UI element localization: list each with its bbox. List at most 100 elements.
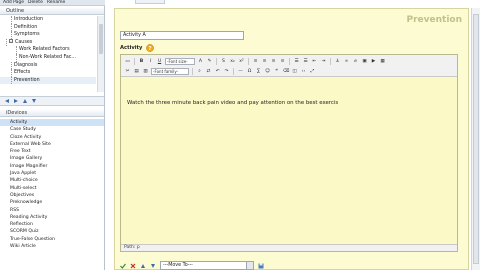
- idevice-item[interactable]: Objectives: [0, 192, 104, 199]
- outline-item[interactable]: Effects: [0, 69, 96, 77]
- superscript-icon[interactable]: x²: [238, 58, 245, 65]
- align-right-icon[interactable]: ≡: [270, 58, 277, 65]
- align-justify-icon[interactable]: ≡: [279, 58, 286, 65]
- outline-item[interactable]: - Causes: [0, 38, 96, 47]
- fullscreen-icon[interactable]: ⤢: [309, 68, 316, 75]
- idevice-item[interactable]: Java Applet: [0, 170, 104, 177]
- outline-item[interactable]: Diagnosis: [0, 61, 96, 70]
- emoticon-icon[interactable]: ☺: [264, 68, 271, 75]
- outline-tree[interactable]: Introduction Definition Symptoms - Causes Wor…: [0, 16, 96, 90]
- done-check-icon[interactable]: [120, 263, 126, 269]
- bold-button[interactable]: B: [138, 58, 145, 65]
- demote-icon[interactable]: [13, 98, 19, 104]
- idevice-item[interactable]: SCORM Quiz: [0, 228, 104, 235]
- idevice-item[interactable]: Preknowledge: [0, 199, 104, 206]
- font-size-select[interactable]: -Font size-: [165, 58, 195, 65]
- special-char-icon[interactable]: Ω: [246, 68, 253, 75]
- tab-authoring[interactable]: [135, 0, 165, 4]
- idevice-item[interactable]: Cloze Activity: [0, 134, 104, 141]
- remove-format-icon[interactable]: ⌫: [282, 68, 290, 75]
- undo-icon[interactable]: ↶: [214, 68, 221, 75]
- idevice-item[interactable]: Image Magnifier: [0, 163, 104, 170]
- collapse-icon[interactable]: -: [9, 39, 13, 44]
- idevice-item[interactable]: Multi-choice: [0, 177, 104, 184]
- outline-scroll-thumb[interactable]: [99, 24, 103, 54]
- content-scroll-thumb[interactable]: [473, 14, 479, 264]
- horizontal-rule-icon[interactable]: —: [237, 68, 244, 75]
- idevice-item[interactable]: Free Text: [0, 148, 104, 155]
- outline-item[interactable]: Definition: [0, 23, 96, 32]
- strikethrough-button[interactable]: S: [220, 58, 227, 65]
- font-family-select[interactable]: -Font family-: [151, 68, 189, 75]
- outline-item[interactable]: Work Related Factors: [0, 46, 96, 54]
- idevice-item[interactable]: Reading Activity: [0, 214, 104, 221]
- move-up-icon[interactable]: [22, 98, 28, 104]
- italic-button[interactable]: I: [147, 58, 154, 65]
- chevron-down-icon[interactable]: [246, 262, 253, 269]
- delete-x-icon[interactable]: [130, 263, 136, 269]
- blockquote-icon[interactable]: ❝: [273, 68, 280, 75]
- idevice-item[interactable]: Reflection: [0, 221, 104, 228]
- delete-menu[interactable]: Delete: [28, 0, 43, 5]
- svg-text:?: ?: [149, 46, 152, 52]
- idevice-item[interactable]: Multi-select: [0, 185, 104, 192]
- idevice-item[interactable]: Case Study: [0, 126, 104, 133]
- new-document-icon[interactable]: ▭: [124, 58, 131, 65]
- idevice-item[interactable]: RSS: [0, 207, 104, 214]
- move-to-select[interactable]: ---Move To---: [160, 261, 254, 270]
- editor-body-text[interactable]: Watch the three minute back pain video a…: [127, 100, 338, 106]
- promote-icon[interactable]: [4, 98, 10, 104]
- idevice-item[interactable]: Activity: [0, 119, 104, 127]
- outline-item-label: Effects: [14, 70, 31, 76]
- table-icon[interactable]: ▦: [379, 58, 386, 65]
- unlink-icon[interactable]: ⌀: [352, 58, 359, 65]
- idevice-item[interactable]: Image Gallery: [0, 155, 104, 162]
- outline-item[interactable]: Introduction: [0, 16, 96, 24]
- idevice-controls: ---Move To---: [120, 261, 264, 270]
- help-icon[interactable]: ?: [146, 44, 155, 52]
- outline-item-label: Prevention: [14, 77, 40, 83]
- cut-icon[interactable]: ✂: [124, 68, 131, 75]
- idevice-item[interactable]: True-False Question: [0, 236, 104, 243]
- subscript-icon[interactable]: x₂: [229, 58, 236, 65]
- rich-text-editor[interactable]: ▭ B I U -Font size- A ✎ S x₂ x² ≡ ≡ ≡ ≡ …: [120, 54, 458, 252]
- move-down-icon[interactable]: [31, 98, 37, 104]
- underline-button[interactable]: U: [156, 58, 163, 65]
- find-icon[interactable]: ⌕: [196, 68, 203, 75]
- redo-icon[interactable]: ↷: [223, 68, 230, 75]
- idevice-item[interactable]: Wiki Article: [0, 243, 104, 250]
- outline-item[interactable]: Non-Work Related Fac...: [0, 53, 96, 62]
- bullet-list-icon[interactable]: ☰: [293, 58, 300, 65]
- add-page-menu[interactable]: Add Page: [3, 0, 24, 5]
- rename-menu[interactable]: Rename: [47, 0, 65, 5]
- anchor-icon[interactable]: ⚓: [334, 58, 341, 65]
- font-color-icon[interactable]: A: [197, 58, 204, 65]
- move-down-idevice-icon[interactable]: [150, 263, 156, 269]
- align-left-icon[interactable]: ≡: [252, 58, 259, 65]
- link-icon[interactable]: ∞: [343, 58, 350, 65]
- left-panel: Add Page Delete Rename Outline Introduct…: [0, 0, 105, 270]
- math-icon[interactable]: ∑: [255, 68, 262, 75]
- indent-icon[interactable]: ⇥: [320, 58, 327, 65]
- image-icon[interactable]: ▣: [361, 58, 368, 65]
- move-up-idevice-icon[interactable]: [140, 263, 146, 269]
- outline-item[interactable]: Symptoms: [0, 31, 96, 39]
- paste-text-icon[interactable]: ▥: [142, 68, 149, 75]
- outline-item[interactable]: Prevention: [0, 76, 96, 85]
- activity-title-input[interactable]: Activity A: [120, 31, 244, 40]
- visual-aid-icon[interactable]: ◫: [291, 68, 298, 75]
- paste-icon[interactable]: ▤: [133, 68, 140, 75]
- numbered-list-icon[interactable]: ☰: [302, 58, 309, 65]
- highlight-color-icon[interactable]: ✎: [206, 58, 213, 65]
- media-icon[interactable]: ▶: [370, 58, 377, 65]
- save-icon[interactable]: [258, 263, 264, 269]
- content-scrollbar[interactable]: [471, 8, 480, 270]
- idevices-list[interactable]: Activity Case Study Cloze Activity External…: [0, 119, 104, 270]
- outline-item-label: Introduction: [14, 17, 44, 22]
- outline-scrollbar[interactable]: [97, 16, 104, 92]
- html-source-icon[interactable]: ‹›: [300, 68, 307, 75]
- idevice-item[interactable]: External Web Site: [0, 141, 104, 148]
- outdent-icon[interactable]: ⇤: [311, 58, 318, 65]
- align-center-icon[interactable]: ≡: [261, 58, 268, 65]
- replace-icon[interactable]: ⇄: [205, 68, 212, 75]
